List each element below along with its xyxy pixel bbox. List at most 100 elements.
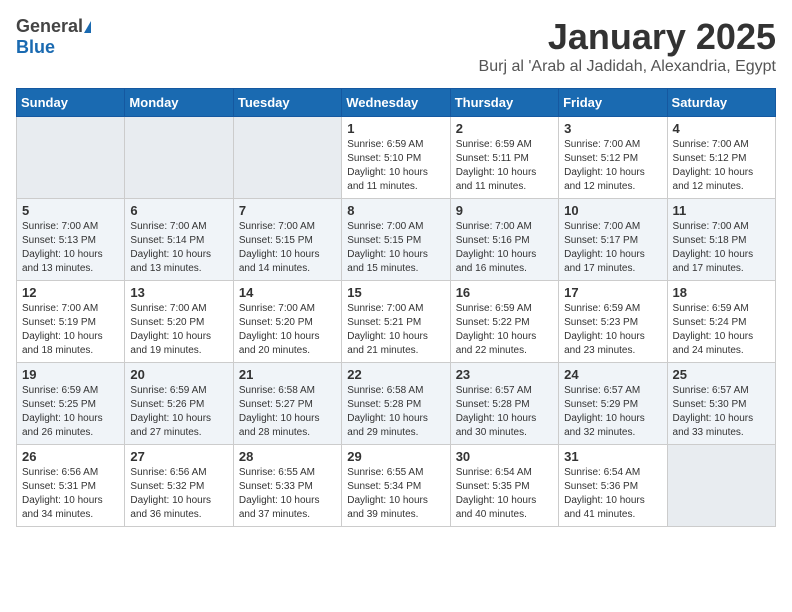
day-info: Sunrise: 7:00 AM Sunset: 5:15 PM Dayligh… [239,220,336,276]
day-info: Sunrise: 7:00 AM Sunset: 5:18 PM Dayligh… [673,220,770,276]
day-info: Sunrise: 6:54 AM Sunset: 5:35 PM Dayligh… [456,466,553,522]
day-number: 6 [130,203,227,218]
day-number: 19 [22,367,119,382]
day-number: 2 [456,121,553,136]
calendar-cell: 23 Sunrise: 6:57 AM Sunset: 5:28 PM Dayli… [450,363,558,445]
day-info: Sunrise: 6:56 AM Sunset: 5:32 PM Dayligh… [130,466,227,522]
calendar-cell: 11 Sunrise: 7:00 AM Sunset: 5:18 PM Dayli… [667,199,775,281]
day-info: Sunrise: 7:00 AM Sunset: 5:20 PM Dayligh… [130,302,227,358]
calendar-cell: 15 Sunrise: 7:00 AM Sunset: 5:21 PM Dayli… [342,281,450,363]
day-number: 26 [22,449,119,464]
day-info: Sunrise: 6:55 AM Sunset: 5:34 PM Dayligh… [347,466,444,522]
day-number: 22 [347,367,444,382]
calendar-cell: 17 Sunrise: 6:59 AM Sunset: 5:23 PM Dayli… [559,281,667,363]
day-number: 31 [564,449,661,464]
day-info: Sunrise: 6:57 AM Sunset: 5:28 PM Dayligh… [456,384,553,440]
day-info: Sunrise: 6:54 AM Sunset: 5:36 PM Dayligh… [564,466,661,522]
logo-triangle-icon [84,21,91,33]
calendar-cell: 29 Sunrise: 6:55 AM Sunset: 5:34 PM Dayli… [342,445,450,527]
day-info: Sunrise: 6:59 AM Sunset: 5:22 PM Dayligh… [456,302,553,358]
day-info: Sunrise: 7:00 AM Sunset: 5:17 PM Dayligh… [564,220,661,276]
day-info: Sunrise: 6:59 AM Sunset: 5:26 PM Dayligh… [130,384,227,440]
calendar-header-thursday: Thursday [450,89,558,117]
logo-general: General [16,16,83,37]
calendar-cell: 27 Sunrise: 6:56 AM Sunset: 5:32 PM Dayli… [125,445,233,527]
calendar-cell: 18 Sunrise: 6:59 AM Sunset: 5:24 PM Dayli… [667,281,775,363]
calendar-cell: 10 Sunrise: 7:00 AM Sunset: 5:17 PM Dayli… [559,199,667,281]
calendar-week-row: 26 Sunrise: 6:56 AM Sunset: 5:31 PM Dayli… [17,445,776,527]
day-number: 14 [239,285,336,300]
day-number: 17 [564,285,661,300]
day-number: 8 [347,203,444,218]
calendar-cell: 19 Sunrise: 6:59 AM Sunset: 5:25 PM Dayli… [17,363,125,445]
day-info: Sunrise: 6:58 AM Sunset: 5:28 PM Dayligh… [347,384,444,440]
title-block: January 2025 Burj al 'Arab al Jadidah, A… [479,16,776,76]
day-number: 4 [673,121,770,136]
logo: General Blue [16,16,92,58]
day-info: Sunrise: 7:00 AM Sunset: 5:19 PM Dayligh… [22,302,119,358]
calendar-cell: 3 Sunrise: 7:00 AM Sunset: 5:12 PM Daylig… [559,117,667,199]
day-number: 12 [22,285,119,300]
page-header: General Blue January 2025 Burj al 'Arab … [16,16,776,76]
day-number: 10 [564,203,661,218]
calendar-cell: 7 Sunrise: 7:00 AM Sunset: 5:15 PM Daylig… [233,199,341,281]
calendar-week-row: 19 Sunrise: 6:59 AM Sunset: 5:25 PM Dayli… [17,363,776,445]
day-info: Sunrise: 6:59 AM Sunset: 5:11 PM Dayligh… [456,138,553,194]
calendar-cell: 31 Sunrise: 6:54 AM Sunset: 5:36 PM Dayli… [559,445,667,527]
day-number: 15 [347,285,444,300]
day-number: 7 [239,203,336,218]
day-info: Sunrise: 6:59 AM Sunset: 5:10 PM Dayligh… [347,138,444,194]
day-info: Sunrise: 7:00 AM Sunset: 5:21 PM Dayligh… [347,302,444,358]
calendar-cell: 8 Sunrise: 7:00 AM Sunset: 5:15 PM Daylig… [342,199,450,281]
title-month: January 2025 [479,16,776,58]
day-info: Sunrise: 7:00 AM Sunset: 5:15 PM Dayligh… [347,220,444,276]
day-info: Sunrise: 6:57 AM Sunset: 5:29 PM Dayligh… [564,384,661,440]
day-number: 27 [130,449,227,464]
logo-blue: Blue [16,37,55,57]
calendar-cell [125,117,233,199]
day-info: Sunrise: 7:00 AM Sunset: 5:13 PM Dayligh… [22,220,119,276]
calendar-header-sunday: Sunday [17,89,125,117]
day-info: Sunrise: 6:59 AM Sunset: 5:24 PM Dayligh… [673,302,770,358]
day-number: 16 [456,285,553,300]
day-info: Sunrise: 6:58 AM Sunset: 5:27 PM Dayligh… [239,384,336,440]
calendar-header-tuesday: Tuesday [233,89,341,117]
day-number: 21 [239,367,336,382]
calendar-cell: 14Sunrise: 7:00 AM Sunset: 5:20 PM Dayli… [233,281,341,363]
calendar-cell: 21 Sunrise: 6:58 AM Sunset: 5:27 PM Dayli… [233,363,341,445]
day-number: 24 [564,367,661,382]
day-info: Sunrise: 6:59 AM Sunset: 5:25 PM Dayligh… [22,384,119,440]
day-info: Sunrise: 7:00 AM Sunset: 5:16 PM Dayligh… [456,220,553,276]
day-info: Sunrise: 7:00 AM Sunset: 5:12 PM Dayligh… [564,138,661,194]
calendar-cell: 1Sunrise: 6:59 AM Sunset: 5:10 PM Daylig… [342,117,450,199]
calendar-cell: 26 Sunrise: 6:56 AM Sunset: 5:31 PM Dayli… [17,445,125,527]
calendar-cell: 30 Sunrise: 6:54 AM Sunset: 5:35 PM Dayli… [450,445,558,527]
day-number: 23 [456,367,553,382]
day-info: Sunrise: 6:56 AM Sunset: 5:31 PM Dayligh… [22,466,119,522]
calendar-cell: 12 Sunrise: 7:00 AM Sunset: 5:19 PM Dayli… [17,281,125,363]
calendar-header-friday: Friday [559,89,667,117]
calendar-header-saturday: Saturday [667,89,775,117]
calendar-cell: 5Sunrise: 7:00 AM Sunset: 5:13 PM Daylig… [17,199,125,281]
day-number: 30 [456,449,553,464]
calendar-header-wednesday: Wednesday [342,89,450,117]
calendar-cell: 24 Sunrise: 6:57 AM Sunset: 5:29 PM Dayli… [559,363,667,445]
calendar-cell: 28Sunrise: 6:55 AM Sunset: 5:33 PM Dayli… [233,445,341,527]
day-number: 29 [347,449,444,464]
calendar-header-row: SundayMondayTuesdayWednesdayThursdayFrid… [17,89,776,117]
day-number: 11 [673,203,770,218]
calendar-week-row: 5Sunrise: 7:00 AM Sunset: 5:13 PM Daylig… [17,199,776,281]
calendar-week-row: 1Sunrise: 6:59 AM Sunset: 5:10 PM Daylig… [17,117,776,199]
calendar-table: SundayMondayTuesdayWednesdayThursdayFrid… [16,88,776,527]
calendar-cell: 25Sunrise: 6:57 AM Sunset: 5:30 PM Dayli… [667,363,775,445]
calendar-cell [667,445,775,527]
day-info: Sunrise: 6:55 AM Sunset: 5:33 PM Dayligh… [239,466,336,522]
calendar-cell [233,117,341,199]
day-number: 20 [130,367,227,382]
day-info: Sunrise: 6:59 AM Sunset: 5:23 PM Dayligh… [564,302,661,358]
calendar-week-row: 12 Sunrise: 7:00 AM Sunset: 5:19 PM Dayli… [17,281,776,363]
day-number: 3 [564,121,661,136]
day-number: 18 [673,285,770,300]
title-location: Burj al 'Arab al Jadidah, Alexandria, Eg… [479,58,776,76]
day-number: 25 [673,367,770,382]
